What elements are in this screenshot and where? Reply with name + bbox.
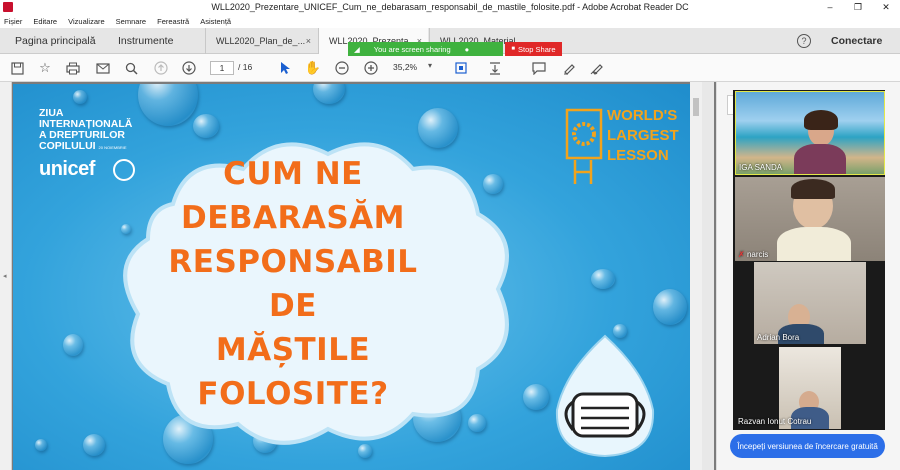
scroll-mode-icon[interactable]: [486, 59, 504, 77]
water-drop: [138, 84, 198, 126]
acrobat-app-icon: [3, 2, 13, 12]
slide-title: CUM NE DEBARASĂM RESPONSABIL DE MĂȘTILE …: [143, 152, 443, 416]
fit-page-icon[interactable]: [452, 59, 470, 77]
participant-hair: [791, 179, 835, 199]
water-drop: [63, 334, 83, 356]
tab-tools[interactable]: Instrumente: [118, 28, 173, 54]
menu-bar: Fișier Editare Vizualizare Semnare Ferea…: [0, 14, 900, 28]
unicef-logo: unicef: [39, 158, 95, 180]
email-icon[interactable]: [94, 59, 112, 77]
scroll-gutter: [702, 82, 714, 470]
tab-close-icon[interactable]: ×: [306, 36, 311, 46]
window-titlebar: WLL2020_Prezentare_UNICEF_Cum_ne_debaras…: [0, 0, 900, 14]
zoom-level[interactable]: 35,2%: [393, 62, 417, 72]
window-title: WLL2020_Prezentare_UNICEF_Cum_ne_debaras…: [211, 2, 689, 12]
participant-name: IGA SANDA: [739, 163, 783, 172]
participant-body: [777, 227, 851, 261]
menu-sign[interactable]: Semnare: [116, 17, 146, 26]
screen-share-banner: ◢ You are screen sharing ● ■ Stop Share: [348, 42, 562, 56]
close-window-button[interactable]: ✕: [872, 0, 900, 14]
sign-icon[interactable]: [588, 59, 606, 77]
tab-label: WLL2020_Plan_de_...: [216, 36, 306, 46]
search-icon[interactable]: [122, 59, 140, 77]
menu-window[interactable]: Fereastră: [157, 17, 189, 26]
save-icon[interactable]: [8, 59, 26, 77]
title-line: RESPONSABIL DE: [168, 244, 418, 324]
free-trial-button[interactable]: Începeți versiunea de încercare gratuită: [730, 434, 885, 458]
participant-video[interactable]: ✗ narcis: [735, 177, 885, 261]
title-line: DEBARASĂM: [180, 200, 406, 236]
previous-page-icon[interactable]: [152, 59, 170, 77]
next-page-icon[interactable]: [180, 59, 198, 77]
water-drop: [653, 289, 687, 325]
participant-name: ✗ narcis: [738, 250, 769, 259]
participant-body: [794, 144, 846, 174]
wll-line: WORLD'S: [607, 107, 677, 124]
vertical-scrollbar[interactable]: [690, 82, 702, 470]
toolbar: ☆ 1 / 16 ✋ 35,2% ▾: [0, 54, 900, 82]
stop-share-button[interactable]: ■ Stop Share: [505, 42, 562, 56]
hand-tool-icon[interactable]: ✋: [304, 59, 322, 77]
page-total: / 16: [238, 62, 253, 72]
menu-view[interactable]: Vizualizare: [68, 17, 105, 26]
shield-icon: ●: [464, 44, 470, 54]
org-line: COPILULUI 20 NOIEMBRIE: [39, 140, 127, 152]
maximize-button[interactable]: ❐: [844, 0, 872, 14]
participant-video[interactable]: IGA SANDA: [735, 91, 885, 175]
title-line: CUM NE: [223, 156, 363, 192]
comment-icon[interactable]: [530, 59, 548, 77]
participant-hair: [804, 110, 838, 130]
tab-document-plan[interactable]: WLL2020_Plan_de_... ×: [205, 28, 317, 54]
minimize-button[interactable]: –: [816, 0, 844, 14]
water-drop: [35, 439, 47, 451]
select-cursor-icon[interactable]: [276, 59, 294, 77]
menu-file[interactable]: Fișier: [4, 17, 22, 26]
face-mask-drop-icon: [555, 334, 655, 458]
menu-help[interactable]: Asistență: [200, 17, 231, 26]
sharing-status: ◢ You are screen sharing ●: [348, 42, 503, 56]
window-controls: – ❐ ✕: [816, 0, 900, 14]
stop-icon: ■: [511, 46, 516, 52]
wll-line: LARGEST: [607, 127, 679, 144]
zoom-out-icon[interactable]: [333, 59, 351, 77]
highlight-pen-icon[interactable]: [560, 59, 578, 77]
child-rights-day-label: ZIUA INTERNAȚIONALĂ A DREPTURILOR COPILU…: [39, 108, 132, 153]
tab-home[interactable]: Pagina principală: [15, 28, 96, 54]
worlds-largest-lesson-logo: WORLD'S LARGEST LESSON: [565, 107, 679, 184]
participant-name: Adrian Bora: [757, 333, 800, 342]
title-line: MĂȘTILE: [215, 332, 371, 368]
navigation-pane-toggle[interactable]: ◂: [0, 82, 12, 470]
page-number-input[interactable]: 1: [210, 61, 234, 75]
wll-line: LESSON: [607, 147, 669, 164]
sharing-status-text: You are screen sharing: [373, 44, 451, 54]
expand-arrow-icon: ◂: [3, 273, 7, 280]
stop-share-label: Stop Share: [518, 44, 556, 54]
water-drop: [73, 90, 87, 104]
participant-video[interactable]: Adrian Bora: [754, 262, 866, 344]
water-drop: [591, 269, 615, 289]
menu-edit[interactable]: Editare: [33, 17, 57, 26]
signal-icon: ◢: [354, 44, 360, 54]
bookmark-star-icon[interactable]: ☆: [36, 59, 54, 77]
zoom-in-icon[interactable]: [362, 59, 380, 77]
zoom-dropdown-icon[interactable]: ▾: [428, 61, 432, 70]
title-line: FOLOSITE?: [197, 376, 389, 412]
water-drop: [313, 84, 345, 104]
sign-in-button[interactable]: Conectare: [831, 35, 882, 47]
pdf-slide-page: CUM NE DEBARASĂM RESPONSABIL DE MĂȘTILE …: [13, 84, 690, 470]
unicef-globe-icon: [113, 159, 135, 181]
scrollbar-thumb[interactable]: [693, 98, 699, 116]
help-icon[interactable]: ?: [797, 34, 811, 48]
muted-mic-icon: ✗: [738, 250, 745, 259]
print-icon[interactable]: [64, 59, 82, 77]
